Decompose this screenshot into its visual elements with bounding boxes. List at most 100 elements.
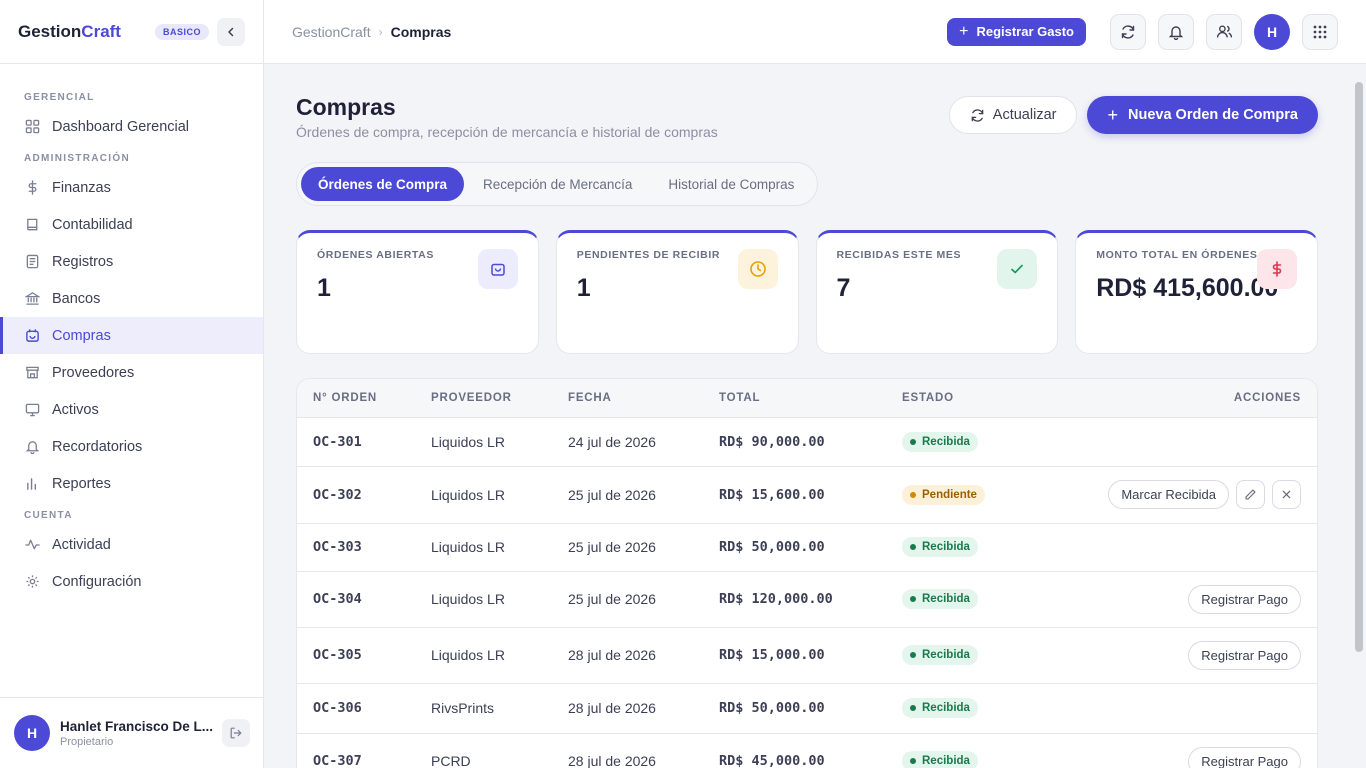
bell-icon [1168, 25, 1184, 40]
edit-order-button[interactable] [1236, 480, 1265, 509]
order-date: 25 jul de 2026 [552, 466, 703, 524]
order-number: OC-302 [297, 466, 415, 524]
order-number: OC-306 [297, 683, 415, 734]
refresh-icon [970, 108, 985, 123]
refresh-icon [1121, 24, 1135, 39]
order-number: OC-307 [297, 733, 415, 768]
nav-section-title: ADMINISTRACIÓN [24, 152, 130, 164]
nav-section-title: CUENTA [24, 509, 73, 521]
register-payment-button[interactable]: Registrar Pago [1188, 746, 1301, 768]
sidebar-item-activos[interactable]: Activos [0, 391, 263, 428]
user-role: Propietario [60, 735, 114, 748]
register-expense-button[interactable]: + Registrar Gasto [947, 17, 1086, 46]
cancel-order-button[interactable] [1272, 480, 1301, 509]
logout-icon [230, 727, 242, 739]
logout-button[interactable] [222, 719, 250, 747]
breadcrumb-separator: › [378, 24, 383, 39]
table-row[interactable]: OC-307 PCRD 28 jul de 2026 RD$ 45,000.00… [297, 733, 1317, 768]
page-header: Compras Órdenes de compra, recepción de … [296, 94, 1318, 140]
sidebar-item-registros[interactable]: Registros [0, 243, 263, 280]
sidebar-item-compras[interactable]: Compras [0, 317, 263, 354]
column-header-date[interactable]: FECHA [552, 379, 703, 418]
register-payment-button[interactable]: Registrar Pago [1188, 640, 1301, 670]
user-profile: H Hanlet Francisco De L... Propietario [0, 697, 264, 768]
table-row[interactable]: OC-302 Liquidos LR 25 jul de 2026 RD$ 15… [297, 466, 1317, 524]
row-actions: Registrar Pago [1066, 733, 1317, 768]
supplier-name: PCRD [415, 733, 552, 768]
order-number: OC-303 [297, 523, 415, 572]
tab-bar: Órdenes de Compra Recepción de Mercancía… [296, 162, 819, 206]
tab-ordenes-de-compra[interactable]: Órdenes de Compra [301, 167, 465, 201]
avatar[interactable]: H [14, 715, 50, 751]
breadcrumb: GestionCraft › Compras [292, 24, 451, 40]
notifications-button[interactable] [1158, 13, 1194, 50]
status-label: Pendiente [922, 488, 977, 501]
app-logo[interactable]: GestionCraft [18, 22, 121, 42]
column-header-total[interactable]: TOTAL [703, 379, 886, 418]
row-actions [1066, 683, 1317, 734]
dollar-icon [24, 180, 40, 196]
refresh-page-button[interactable]: Actualizar [948, 96, 1078, 134]
status-label: Recibida [922, 593, 970, 605]
table-row[interactable]: OC-303 Liquidos LR 25 jul de 2026 RD$ 50… [297, 523, 1317, 572]
page-scrollbar[interactable] [1352, 64, 1366, 768]
page-title: Compras [296, 94, 396, 120]
apps-grid-icon [1313, 25, 1327, 38]
row-actions [1066, 523, 1317, 572]
column-header-supplier[interactable]: PROVEEDOR [415, 379, 552, 418]
table-row[interactable]: OC-301 Liquidos LR 24 jul de 2026 RD$ 90… [297, 417, 1317, 467]
sidebar-item-actividad[interactable]: Actividad [0, 526, 263, 563]
bell-icon [24, 439, 40, 455]
column-header-order[interactable]: N° ORDEN [297, 379, 415, 418]
stat-card-total-amount: MONTO TOTAL EN ÓRDENES RD$ 415,600.00 [1075, 230, 1318, 354]
table-row[interactable]: OC-305 Liquidos LR 28 jul de 2026 RD$ 15… [297, 627, 1317, 684]
register-payment-button[interactable]: Registrar Pago [1188, 584, 1301, 614]
tab-recepcion-de-mercancia[interactable]: Recepción de Mercancía [466, 167, 649, 201]
avatar[interactable]: H [1254, 13, 1290, 50]
order-total: RD$ 50,000.00 [703, 683, 886, 734]
status-badge: Pendiente [902, 484, 985, 505]
stat-card-received-month: RECIBIDAS ESTE MES 7 [815, 230, 1059, 354]
refresh-button[interactable] [1110, 13, 1146, 50]
supplier-name: Liquidos LR [415, 571, 552, 628]
order-date: 25 jul de 2026 [552, 571, 703, 628]
column-header-actions: ACCIONES [1066, 379, 1317, 418]
status-label: Recibida [922, 435, 970, 448]
status-dot [910, 705, 916, 711]
sidebar-item-proveedores[interactable]: Proveedores [0, 354, 263, 391]
status-dot [910, 544, 916, 550]
users-button[interactable] [1206, 13, 1242, 50]
sidebar-item-contabilidad[interactable]: Contabilidad [0, 206, 263, 243]
tab-historial-de-compras[interactable]: Historial de Compras [651, 167, 811, 201]
user-name: Hanlet Francisco De L... [60, 718, 214, 734]
status-dot [910, 438, 916, 445]
top-actions: + Registrar Gasto H [947, 13, 1338, 50]
breadcrumb-root[interactable]: GestionCraft [292, 24, 371, 40]
status-badge: Recibida [902, 537, 978, 557]
status-label: Recibida [922, 702, 970, 714]
sidebar-item-recordatorios[interactable]: Recordatorios [0, 428, 263, 465]
mark-received-button[interactable]: Marcar Recibida [1108, 480, 1229, 509]
sidebar-item-dashboard[interactable]: Dashboard Gerencial [0, 108, 263, 145]
collapse-sidebar-button[interactable] [217, 17, 245, 46]
close-icon [1282, 490, 1291, 499]
status-dot [910, 491, 916, 498]
order-total: RD$ 120,000.00 [703, 571, 886, 628]
sidebar-item-label: Registros [52, 253, 114, 270]
sidebar-item-label: Configuración [52, 573, 142, 590]
sidebar-item-finanzas[interactable]: Finanzas [0, 169, 263, 206]
table-row[interactable]: OC-304 Liquidos LR 25 jul de 2026 RD$ 12… [297, 571, 1317, 628]
new-purchase-order-button[interactable]: + Nueva Orden de Compra [1087, 96, 1318, 134]
column-header-status[interactable]: ESTADO [886, 379, 1066, 418]
apps-button[interactable] [1302, 13, 1338, 50]
sidebar-item-reportes[interactable]: Reportes [0, 465, 263, 502]
sidebar-item-bancos[interactable]: Bancos [0, 280, 263, 317]
dollar-icon [1257, 249, 1297, 289]
table-row[interactable]: OC-306 RivsPrints 28 jul de 2026 RD$ 50,… [297, 683, 1317, 734]
sidebar-item-configuracion[interactable]: Configuración [0, 563, 263, 600]
row-actions: Registrar Pago [1066, 627, 1317, 684]
scrollbar-thumb[interactable] [1355, 82, 1363, 652]
refresh-label: Actualizar [992, 107, 1057, 123]
status-label: Recibida [922, 755, 970, 767]
status-dot [910, 758, 916, 764]
